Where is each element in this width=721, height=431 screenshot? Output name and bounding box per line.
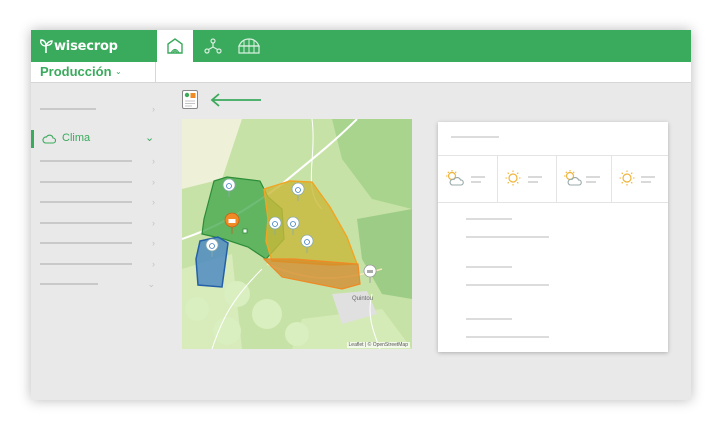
section-selector[interactable]: Producción	[40, 64, 112, 79]
map-view[interactable]: Quintou Leaflet | © OpenStreetMap	[182, 119, 412, 349]
partly-cloudy-icon	[564, 170, 582, 186]
chevron-down-icon: ⌄	[145, 132, 155, 144]
section-bar: Producción ⌄	[31, 62, 691, 83]
placeholder-text	[466, 284, 549, 286]
placeholder-text	[466, 336, 549, 338]
sidebar-subitem[interactable]: ›	[40, 237, 155, 249]
arrow-left-icon	[210, 93, 261, 107]
chevron-down-icon: ⌄	[147, 279, 155, 289]
chevron-right-icon: ›	[152, 104, 155, 114]
placeholder-heading	[466, 318, 512, 320]
sidebar-subitem[interactable]: ›	[40, 155, 155, 167]
chevron-down-icon[interactable]: ⌄	[115, 67, 122, 76]
weather-panel	[438, 122, 668, 352]
brand-logo[interactable]: wisecrop	[39, 37, 118, 55]
tab-greenhouse[interactable]	[231, 30, 267, 62]
chevron-right-icon: ›	[152, 177, 155, 187]
placeholder-text	[466, 236, 549, 238]
chevron-right-icon: ›	[152, 259, 155, 269]
weather-forecast-row	[438, 155, 668, 203]
forecast-day[interactable]	[497, 156, 557, 202]
placeholder-label	[40, 108, 96, 110]
network-icon	[204, 38, 222, 54]
divider	[155, 62, 156, 82]
sidebar-subitem[interactable]: ›	[40, 258, 155, 270]
map-town-label: Quintou	[352, 296, 373, 302]
tab-fields[interactable]	[157, 30, 193, 62]
layers-legend-icon[interactable]	[182, 90, 198, 109]
chevron-right-icon: ›	[152, 197, 155, 207]
top-navigation-bar: wisecrop	[31, 30, 691, 62]
placeholder-heading	[466, 266, 512, 268]
tab-network[interactable]	[195, 30, 231, 62]
sun-icon	[505, 170, 521, 186]
brand-name: wisecrop	[54, 38, 118, 54]
forecast-day[interactable]	[438, 156, 498, 202]
greenhouse-icon	[238, 38, 260, 54]
field-icon	[167, 38, 183, 54]
chevron-right-icon: ›	[152, 156, 155, 166]
cloud-icon	[42, 134, 56, 144]
sidebar-item-label: Clima	[62, 132, 91, 144]
panel-title	[451, 136, 499, 138]
sidebar-subitem[interactable]: ›	[40, 176, 155, 188]
sun-icon	[619, 170, 635, 186]
sidebar-subitem[interactable]: ›	[40, 217, 155, 229]
active-indicator	[31, 130, 34, 148]
plant-logo-icon	[40, 39, 53, 53]
partly-cloudy-icon	[446, 170, 464, 186]
map-attribution[interactable]: Leaflet | © OpenStreetMap	[346, 342, 410, 348]
forecast-day[interactable]	[611, 156, 668, 202]
chevron-right-icon: ›	[152, 218, 155, 228]
sidebar-item-clima[interactable]: Clima ⌄	[31, 130, 161, 148]
map-canvas[interactable]: Quintou	[182, 119, 412, 349]
sidebar-subitem[interactable]: ›	[40, 196, 155, 208]
chevron-right-icon: ›	[152, 238, 155, 248]
app-window: wisecrop Producción ⌄ › Clima ⌄ › › › › …	[31, 30, 691, 400]
sidebar-subitem[interactable]: ⌄	[40, 278, 155, 290]
placeholder-heading	[466, 218, 512, 220]
forecast-day[interactable]	[556, 156, 612, 202]
sidebar: › Clima ⌄ › › › › › › ⌄	[31, 83, 161, 313]
sidebar-item[interactable]: ›	[40, 103, 155, 115]
